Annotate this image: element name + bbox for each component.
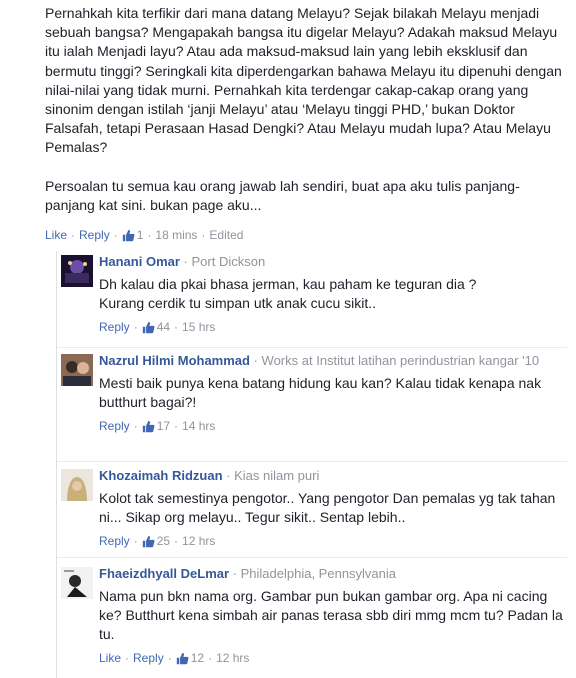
reply-link[interactable]: Reply [79, 227, 110, 243]
timestamp[interactable]: 12 hrs [182, 533, 215, 549]
thumbs-up-icon[interactable] [122, 229, 135, 242]
reply-link[interactable]: Reply [133, 650, 164, 666]
reply-link[interactable]: Reply [99, 418, 130, 434]
commenter-location: Kias nilam puri [234, 468, 320, 483]
avatar[interactable] [61, 354, 93, 386]
edited-label[interactable]: Edited [209, 227, 243, 243]
commenter-name[interactable]: Hanani Omar [99, 254, 180, 269]
commenter-name[interactable]: Khozaimah Ridzuan [99, 468, 223, 483]
replies-list: Hanani Omar · Port Dickson Dh kalau dia … [56, 251, 567, 678]
like-count: 1 [136, 228, 144, 242]
timestamp[interactable]: 15 hrs [182, 319, 215, 335]
reply-text: Nama pun bkn nama org. Gambar pun bukan … [99, 588, 563, 642]
reply-actions: Reply · 17 · 14 hrs [99, 418, 216, 434]
commenter-name[interactable]: Nazrul Hilmi Mohammad [99, 353, 250, 368]
like-link[interactable]: Like [45, 227, 67, 243]
thumbs-up-icon[interactable] [142, 535, 155, 548]
reply-divider [57, 557, 567, 558]
commenter-location: Philadelphia, Pennsylvania [240, 566, 397, 581]
reply-actions: Like · Reply · 12 · 12 hrs [99, 650, 250, 666]
reply-text: Mesti baik punya kena batang hidung kau … [99, 375, 542, 410]
timestamp[interactable]: 14 hrs [182, 418, 215, 434]
reply-actions: Reply · 44 · 15 hrs [99, 319, 216, 335]
commenter-name[interactable]: Fhaeizdhyall DeLmar [99, 566, 229, 581]
timestamp[interactable]: 18 mins [155, 227, 197, 243]
thumbs-up-icon[interactable] [142, 321, 155, 334]
like-count: 44 [156, 320, 171, 334]
commenter-location: Port Dickson [191, 254, 266, 269]
reply-link[interactable]: Reply [99, 533, 130, 549]
timestamp[interactable]: 12 hrs [216, 650, 249, 666]
reply-text: Dh kalau dia pkai bhasa jerman, kau paha… [99, 276, 477, 311]
avatar[interactable] [61, 469, 93, 501]
reply-text: Kolot tak semestinya pengotor.. Yang pen… [99, 490, 556, 525]
like-link[interactable]: Like [99, 650, 121, 666]
avatar[interactable] [61, 255, 93, 287]
thumbs-up-icon[interactable] [142, 420, 155, 433]
main-comment-text: Pernahkah kita terfikir dari mana datang… [45, 5, 562, 214]
like-count: 12 [190, 651, 205, 665]
main-comment-actions: Like · Reply · 1 · 18 mins · Edited [45, 227, 244, 243]
reply-actions: Reply · 25 · 12 hrs [99, 533, 216, 549]
reply-link[interactable]: Reply [99, 319, 130, 335]
like-count: 17 [156, 419, 171, 433]
avatar[interactable] [61, 567, 93, 599]
thumbs-up-icon[interactable] [176, 652, 189, 665]
reply-divider [57, 461, 567, 462]
commenter-location: Works at Institut latihan perindustrian … [261, 353, 540, 368]
main-comment: Pernahkah kita terfikir dari mana datang… [45, 4, 565, 215]
reply-divider [57, 347, 567, 348]
like-count: 25 [156, 534, 171, 548]
